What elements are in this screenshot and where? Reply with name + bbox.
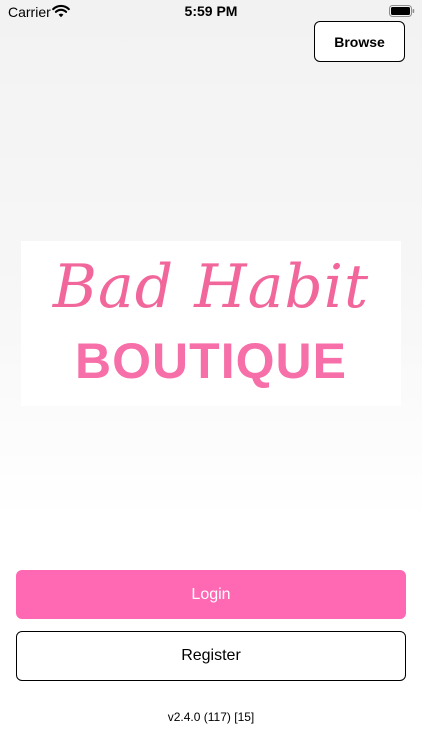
battery-icon <box>389 5 415 17</box>
register-button[interactable]: Register <box>16 631 406 681</box>
login-button[interactable]: Login <box>16 570 406 619</box>
version-label: v2.4.0 (117) [15] <box>167 710 255 724</box>
logo-block-text: BOUTIQUE <box>75 333 347 389</box>
status-time: 5:59 PM <box>184 3 238 19</box>
boutique-logo: Bad Habit BOUTIQUE <box>21 241 401 406</box>
logo-script-text: Bad Habit <box>52 252 370 322</box>
browse-button[interactable]: Browse <box>314 21 405 62</box>
